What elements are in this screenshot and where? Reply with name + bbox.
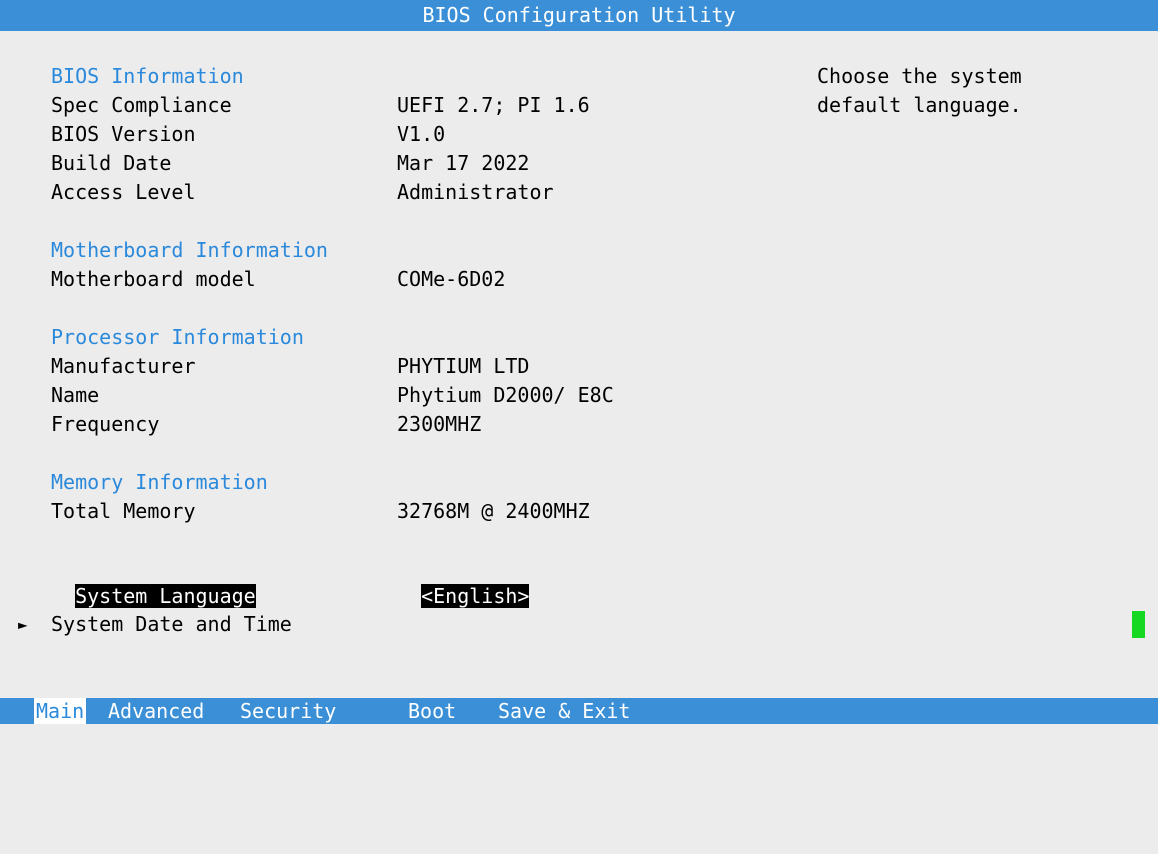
spec-compliance-value: UEFI 2.7; PI 1.6 <box>397 93 590 117</box>
memory-info-heading: Memory Information <box>51 470 268 494</box>
tab-save-exit[interactable]: Save & Exit <box>498 698 630 724</box>
tab-security[interactable]: Security <box>240 698 336 724</box>
manufacturer-label: Manufacturer <box>51 354 196 378</box>
text-cursor <box>1132 611 1145 638</box>
system-language-selector[interactable]: <English> <box>397 553 530 608</box>
manufacturer-value: PHYTIUM LTD <box>397 354 530 378</box>
tab-main[interactable]: Main <box>34 698 87 724</box>
access-level-label: Access Level <box>51 180 196 204</box>
bios-info-heading: BIOS Information <box>51 64 244 88</box>
window-title: BIOS Configuration Utility <box>0 0 1158 31</box>
system-date-time-item[interactable]: System Date and Time <box>51 610 292 639</box>
frequency-label: Frequency <box>51 412 160 436</box>
motherboard-model-label: Motherboard model <box>51 267 256 291</box>
submenu-arrow-icon: ► <box>18 615 28 634</box>
system-language-value[interactable]: <English> <box>421 584 530 608</box>
build-date-label: Build Date <box>51 151 172 175</box>
bios-version-label: BIOS Version <box>51 122 196 146</box>
access-level-value: Administrator <box>397 180 554 204</box>
tab-advanced[interactable]: Advanced <box>108 698 204 724</box>
processor-info-heading: Processor Information <box>51 325 304 349</box>
processor-name-value: Phytium D2000/ E8C <box>397 383 614 407</box>
bios-version-value: V1.0 <box>397 122 446 146</box>
help-text-line-1: Choose the system <box>817 64 1022 88</box>
frequency-value: 2300MHZ <box>397 412 482 436</box>
system-language-item[interactable]: System Language <box>51 553 256 608</box>
system-language-label[interactable]: System Language <box>75 584 256 608</box>
build-date-value: Mar 17 2022 <box>397 151 530 175</box>
tab-bar: Main Advanced Security Boot Save & Exit <box>0 698 1158 724</box>
motherboard-info-heading: Motherboard Information <box>51 238 328 262</box>
tab-boot[interactable]: Boot <box>408 698 456 724</box>
help-text-line-2: default language. <box>817 93 1022 117</box>
total-memory-label: Total Memory <box>51 499 196 523</box>
spec-compliance-label: Spec Compliance <box>51 93 232 117</box>
total-memory-value: 32768M @ 2400MHZ <box>397 499 590 523</box>
processor-name-label: Name <box>51 383 100 407</box>
motherboard-model-value: COMe-6D02 <box>397 267 506 291</box>
